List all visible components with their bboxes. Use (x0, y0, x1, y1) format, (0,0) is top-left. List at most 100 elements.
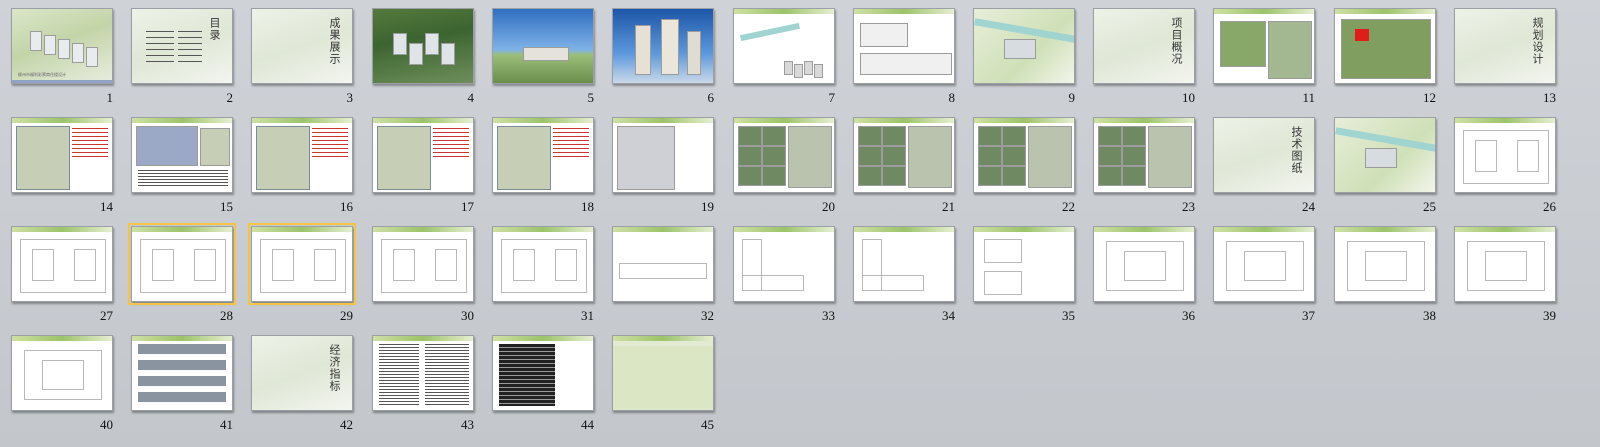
toc-line (178, 55, 202, 57)
floor-plan-room (194, 249, 216, 281)
slide-thumbnail-21[interactable] (853, 117, 955, 193)
slide-thumbnail-24[interactable]: 技术图纸 (1213, 117, 1315, 193)
slide-thumbnail-26[interactable] (1454, 117, 1556, 193)
slide-header-band (132, 118, 232, 123)
unit-plan-room (1365, 251, 1407, 281)
slide-number-label: 3 (346, 90, 354, 105)
site-plan (377, 126, 431, 190)
slide-number-label: 38 (1423, 308, 1436, 323)
slide-number-label: 32 (701, 308, 714, 323)
slide-header-band (1455, 227, 1555, 232)
building-shape (409, 43, 423, 65)
slide-header-band (373, 336, 473, 341)
slide-thumbnail-35[interactable] (973, 226, 1075, 302)
slide-thumbnail-31[interactable] (492, 226, 594, 302)
floor-plan-room (152, 249, 174, 281)
unit-plan-room (42, 360, 84, 390)
slide-header-band (613, 227, 713, 232)
toc-line (178, 49, 202, 51)
slide-title-text: 经济指标 (328, 344, 341, 392)
slide-header-band (854, 227, 954, 232)
floor-plan-drawing (984, 271, 1022, 295)
slide-thumbnail-43[interactable] (372, 335, 474, 411)
slide-thumbnail-18[interactable] (492, 117, 594, 193)
slide-thumbnail-38[interactable] (1334, 226, 1436, 302)
slide-thumbnail-27[interactable] (11, 226, 113, 302)
slide-thumbnail-5[interactable] (492, 8, 594, 84)
slide-thumbnail-2[interactable]: 目录 (131, 8, 233, 84)
photo (882, 166, 906, 186)
photo (1002, 146, 1026, 166)
slide-header-band (373, 227, 473, 232)
slide-thumbnail-28[interactable] (128, 223, 236, 305)
slide-thumbnail-1[interactable]: 柳州市福利彩票商住楼设计 (11, 8, 113, 84)
slide-header-band (854, 118, 954, 123)
slide-thumbnail-6[interactable] (612, 8, 714, 84)
slide-thumbnail-32[interactable] (612, 226, 714, 302)
toc-line (146, 55, 174, 57)
slide-number-label: 43 (461, 417, 474, 432)
body-text (425, 344, 469, 406)
slide-thumbnail-44[interactable] (492, 335, 594, 411)
slide-title-text: 技术图纸 (1290, 126, 1303, 174)
slide-header-band (132, 227, 232, 232)
slide-number-label: 11 (1302, 90, 1315, 105)
slide-thumbnail-8[interactable] (853, 8, 955, 84)
slide-thumbnail-13[interactable]: 规划设计 (1454, 8, 1556, 84)
slide-thumbnail-16[interactable] (251, 117, 353, 193)
slide-thumbnail-11[interactable] (1213, 8, 1315, 84)
slide-thumbnail-7[interactable] (733, 8, 835, 84)
slide-thumbnail-22[interactable] (973, 117, 1075, 193)
slide-thumbnail-42[interactable]: 经济指标 (251, 335, 353, 411)
slide-thumbnail-37[interactable] (1213, 226, 1315, 302)
toc-line (178, 61, 202, 63)
photo (882, 126, 906, 146)
slide-thumbnail-25[interactable] (1334, 117, 1436, 193)
slide-thumbnail-4[interactable] (372, 8, 474, 84)
slide-thumbnail-40[interactable] (11, 335, 113, 411)
unit-plan-room (1244, 251, 1286, 281)
slide-thumbnail-14[interactable] (11, 117, 113, 193)
floor-plan-room (1475, 140, 1497, 172)
slide-thumbnail-34[interactable] (853, 226, 955, 302)
map-image (1268, 21, 1312, 79)
toc-line (178, 31, 202, 33)
building-shape (523, 47, 569, 61)
slide-thumbnail-45[interactable] (612, 335, 714, 411)
toc-line (178, 37, 202, 39)
slide-thumbnail-3[interactable]: 成果展示 (251, 8, 353, 84)
slide-caption-text: 柳州市福利彩票商住楼设计 (18, 72, 66, 77)
slide-thumbnail-30[interactable] (372, 226, 474, 302)
slide-number-label: 4 (467, 90, 475, 105)
slide-thumbnail-33[interactable] (733, 226, 835, 302)
slide-number-label: 40 (100, 417, 113, 432)
slide-thumbnail-15[interactable] (131, 117, 233, 193)
slide-thumbnail-10[interactable]: 项目概况 (1093, 8, 1195, 84)
slide-header-band (1094, 118, 1194, 123)
site-plan (136, 126, 198, 166)
photo (858, 166, 882, 186)
annotation-text (433, 128, 469, 158)
slide-thumbnail-39[interactable] (1454, 226, 1556, 302)
building-shape (860, 23, 908, 47)
slide-thumbnail-29[interactable] (248, 223, 356, 305)
slide-number-label: 44 (581, 417, 594, 432)
photo (858, 126, 882, 146)
slide-thumbnail-23[interactable] (1093, 117, 1195, 193)
photo (738, 126, 762, 146)
slide-thumbnail-20[interactable] (733, 117, 835, 193)
slide-header-band (252, 118, 352, 123)
toc-line (178, 43, 202, 45)
building-shape (804, 61, 813, 75)
slide-thumbnail-36[interactable] (1093, 226, 1195, 302)
slide-thumbnail-12[interactable] (1334, 8, 1436, 84)
slide-thumbnail-9[interactable] (973, 8, 1075, 84)
slide-title-text: 目录 (208, 17, 221, 41)
floor-plan-room (513, 249, 535, 281)
slide-header-band (373, 118, 473, 123)
slide-thumbnail-19[interactable] (612, 117, 714, 193)
photo (1002, 126, 1026, 146)
slide-thumbnail-41[interactable] (131, 335, 233, 411)
building-shape (44, 35, 56, 55)
slide-thumbnail-17[interactable] (372, 117, 474, 193)
